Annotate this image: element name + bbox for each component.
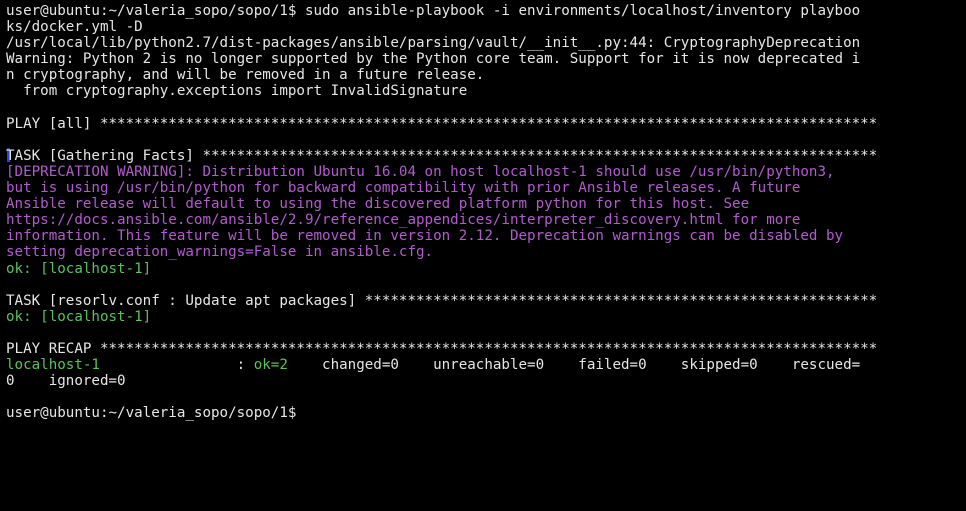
terminal-text-segment: changed=0 unreachable=0 failed=0 skipped…: [287, 357, 861, 374]
terminal-text-segment: user@ubuntu:~/valeria_sopo/sopo/1$ sudo …: [6, 3, 861, 19]
terminal-output: user@ubuntu:~/valeria_sopo/sopo/1$ sudo …: [6, 3, 966, 421]
terminal-text-segment: PLAY [all] *****************************…: [6, 115, 878, 132]
terminal-line: PLAY RECAP *****************************…: [6, 341, 966, 357]
terminal-text-segment: n cryptography, and will be removed in a…: [6, 67, 485, 84]
terminal-text-segment: ok: [localhost-1]: [6, 260, 152, 277]
terminal-text-segment: Warning: Python 2 is no longer supported…: [6, 51, 861, 68]
terminal-text-segment: but is using /usr/bin/python for backwar…: [6, 180, 801, 197]
terminal-text-segment: ok: [localhost-1]: [6, 308, 152, 325]
terminal-text-segment: localhost-1: [6, 357, 100, 374]
terminal-line: localhost-1 : ok=2 changed=0 unreachable…: [6, 357, 966, 373]
terminal-text-segment: ok=2: [253, 357, 288, 374]
terminal-line: user@ubuntu:~/valeria_sopo/sopo/1$: [6, 405, 966, 421]
terminal-line: /usr/local/lib/python2.7/dist-packages/a…: [6, 35, 966, 51]
terminal-line: from cryptography.exceptions import Inva…: [6, 83, 966, 99]
terminal-line: https://docs.ansible.com/ansible/2.9/ref…: [6, 212, 966, 228]
terminal-line: TASK [Gathering Facts] *****************…: [6, 148, 966, 164]
terminal-line: ok: [localhost-1]: [6, 261, 966, 277]
terminal-text-segment: ks/docker.yml -D: [6, 19, 143, 36]
terminal-text-segment: setting deprecation_warnings=False in an…: [6, 244, 434, 261]
terminal-line: information. This feature will be remove…: [6, 228, 966, 244]
terminal-text-segment: TASK [resorlv.conf : Update apt packages…: [6, 292, 878, 309]
terminal-text-segment: Ansible release will default to using th…: [6, 196, 750, 213]
terminal-line: [DEPRECATION WARNING]: Distribution Ubun…: [6, 164, 966, 180]
terminal-line: ok: [localhost-1]: [6, 309, 966, 325]
terminal-line: Warning: Python 2 is no longer supported…: [6, 51, 966, 67]
terminal-line: Ansible release will default to using th…: [6, 196, 966, 212]
terminal-line: but is using /usr/bin/python for backwar…: [6, 180, 966, 196]
terminal-line: n cryptography, and will be removed in a…: [6, 67, 966, 83]
terminal-line: user@ubuntu:~/valeria_sopo/sopo/1$ sudo …: [6, 3, 966, 19]
terminal-line: setting deprecation_warnings=False in an…: [6, 244, 966, 260]
terminal-text-segment: /usr/local/lib/python2.7/dist-packages/a…: [6, 35, 861, 52]
terminal-text-segment: information. This feature will be remove…: [6, 228, 844, 245]
terminal-line: ks/docker.yml -D: [6, 19, 966, 35]
terminal-line: TASK [resorlv.conf : Update apt packages…: [6, 293, 966, 309]
terminal-window[interactable]: user@ubuntu:~/valeria_sopo/sopo/1$ sudo …: [0, 0, 966, 511]
terminal-line: 0 ignored=0: [6, 373, 966, 389]
terminal-text-segment: user@ubuntu:~/valeria_sopo/sopo/1$: [6, 405, 297, 422]
terminal-text-segment: from cryptography.exceptions import Inva…: [6, 83, 468, 100]
terminal-text-segment: TASK [Gathering Facts] *****************…: [6, 147, 878, 164]
terminal-text-segment: 0 ignored=0: [6, 373, 126, 390]
terminal-text-segment: PLAY RECAP *****************************…: [6, 340, 878, 357]
terminal-line: PLAY [all] *****************************…: [6, 116, 966, 132]
terminal-text-segment: :: [99, 357, 254, 374]
terminal-text-segment: https://docs.ansible.com/ansible/2.9/ref…: [6, 212, 801, 229]
terminal-text-segment: [DEPRECATION WARNING]: Distribution Ubun…: [6, 163, 835, 180]
